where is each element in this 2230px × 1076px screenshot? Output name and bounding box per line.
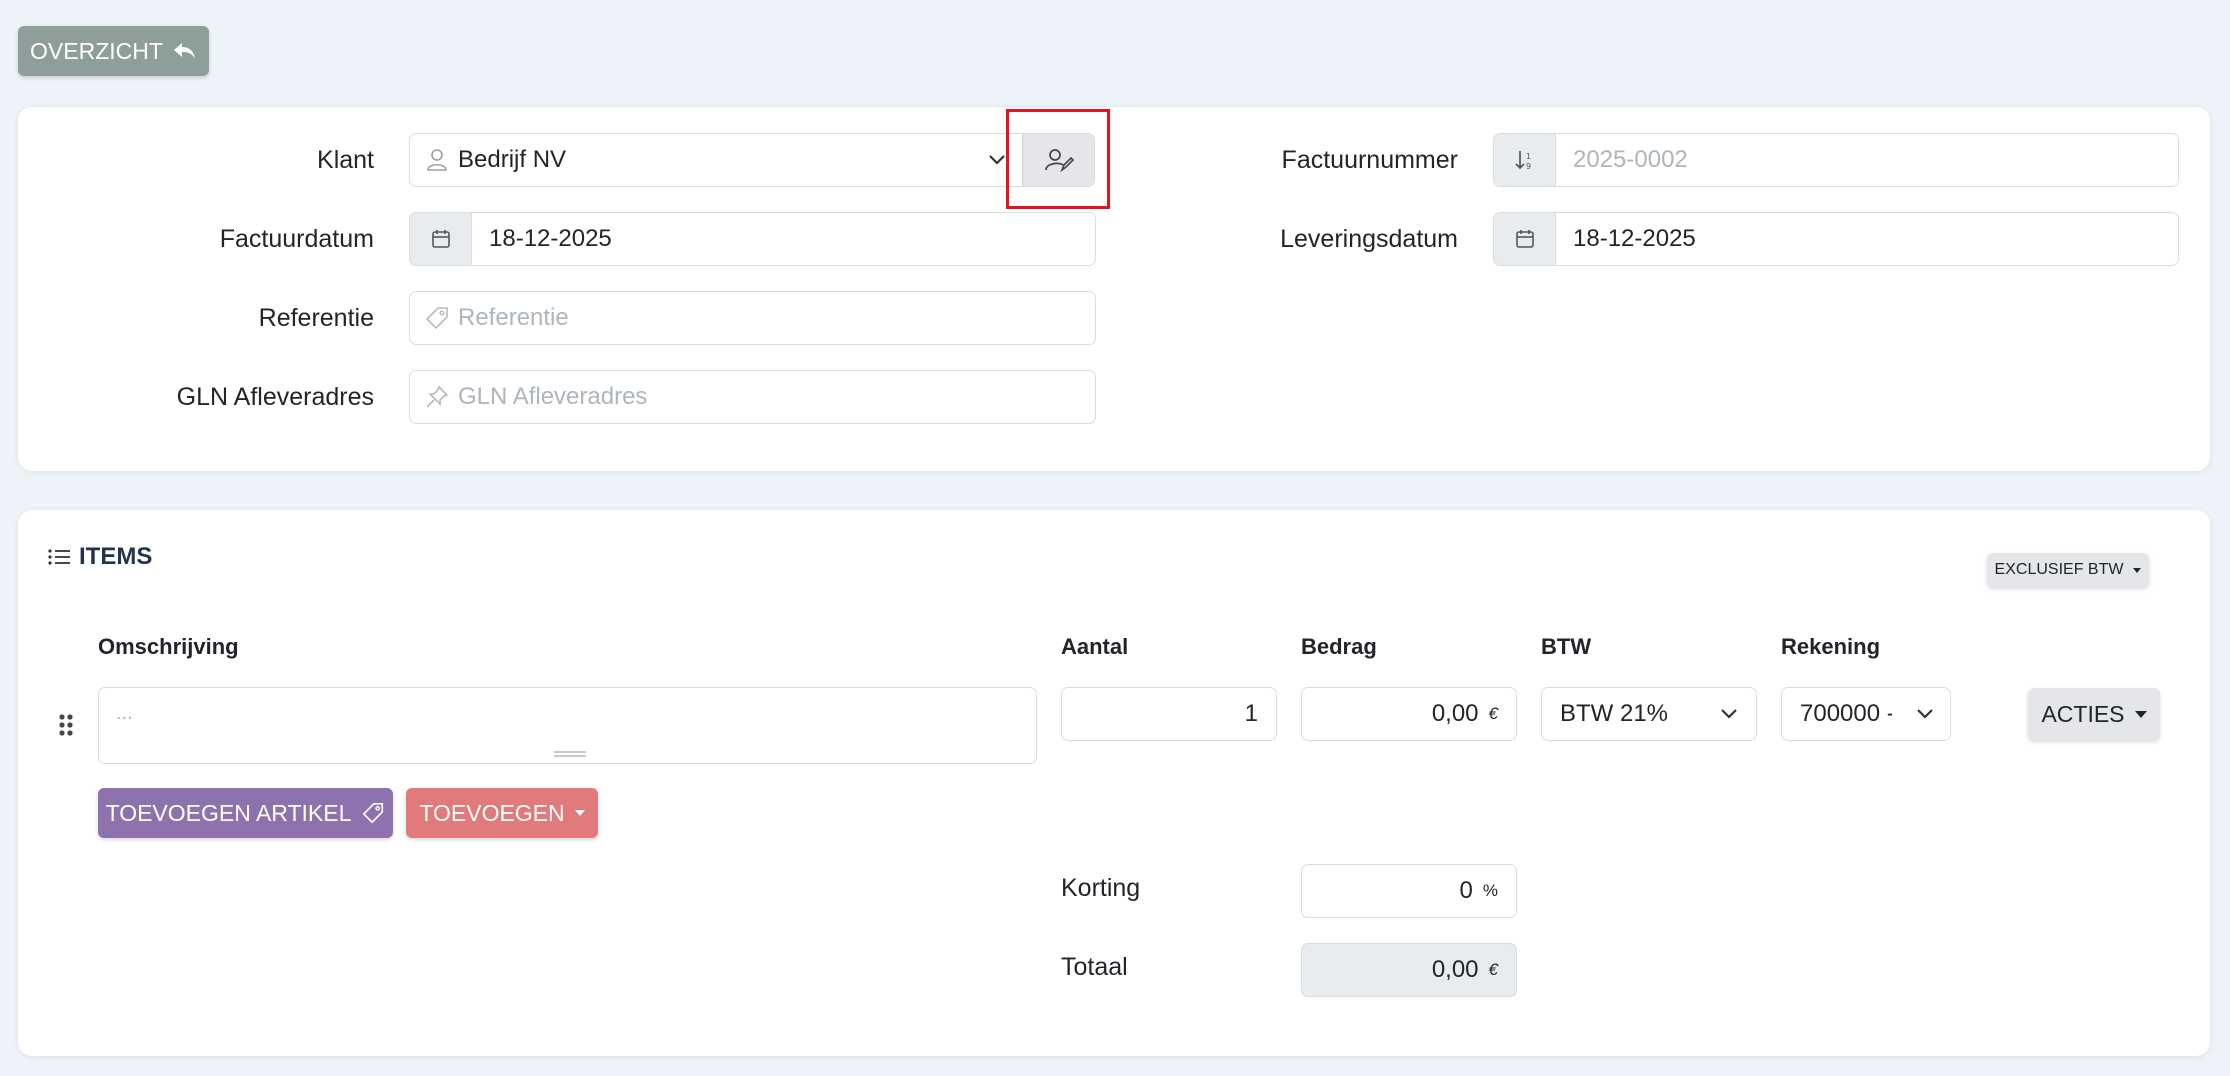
col-aantal: Aantal [1061,634,1129,659]
factuurnummer-placeholder: 2025-0002 [1573,146,1688,173]
overzicht-label: OVERZICHT [30,37,163,64]
vat-mode-label: EXCLUSIEF BTW [1994,561,2124,578]
col-rekening: Rekening [1781,634,1881,659]
svg-text:1: 1 [1526,152,1531,161]
add-article-button[interactable]: TOEVOEGEN ARTIKEL [98,788,393,838]
pin-icon [424,384,450,410]
acties-dropdown[interactable]: ACTIES [2028,688,2160,740]
reply-arrow-icon [173,41,197,61]
rekening-select[interactable]: 700000 - ' [1781,687,1951,741]
referentie-label: Referentie [258,303,374,332]
caret-down-icon [2133,567,2142,573]
caret-down-icon [574,810,585,816]
calendar-icon [1494,213,1556,265]
gln-label: GLN Afleveradres [176,382,374,411]
col-bedrag: Bedrag [1301,634,1377,659]
chevron-down-icon [1720,708,1738,720]
leveringsdatum-label: Leveringsdatum [1280,224,1458,253]
klant-value: Bedrijf NV [458,146,567,173]
bedrag-input[interactable]: 0,00 € [1301,687,1517,741]
tag-icon [424,305,450,331]
col-omschrijving: Omschrijving [98,634,239,659]
aantal-value: 1 [1244,700,1258,727]
factuurnummer-input[interactable]: 19 2025-0002 [1493,133,2179,187]
add-article-label: TOEVOEGEN ARTIKEL [105,799,352,826]
totaal-field: 0,00 € [1301,943,1517,997]
user-icon [426,148,448,172]
aantal-input[interactable]: 1 [1061,687,1277,741]
korting-label: Korting [1061,874,1141,902]
chevron-down-icon [988,154,1006,166]
description-textarea[interactable]: ... [98,687,1037,764]
sort-numeric-icon: 19 [1494,134,1556,186]
gln-placeholder: GLN Afleveradres [458,383,648,410]
bedrag-unit: € [1488,704,1498,723]
calendar-icon [410,213,472,265]
leveringsdatum-value: 18-12-2025 [1573,225,1696,252]
gln-input[interactable]: GLN Afleveradres [409,370,1096,424]
btw-select[interactable]: BTW 21% [1541,687,1757,741]
highlight-box [1006,109,1110,209]
description-placeholder: ... [116,702,133,724]
caret-down-icon [2134,710,2147,718]
drag-handle-icon[interactable] [58,713,74,742]
totaal-value: 0,00 [1431,956,1479,983]
leveringsdatum-input[interactable]: 18-12-2025 [1493,212,2179,266]
chevron-down-icon [1916,708,1934,720]
factuurdatum-input[interactable]: 18-12-2025 [409,212,1096,266]
rekening-value: 700000 - ' [1800,700,1892,727]
totaal-unit: € [1488,960,1498,979]
totaal-label: Totaal [1061,953,1128,981]
korting-unit: % [1482,881,1498,900]
items-header: ITEMS [47,543,152,571]
overzicht-button[interactable]: OVERZICHT [18,26,209,76]
factuurnummer-label: Factuurnummer [1281,145,1458,174]
bedrag-value: 0,00 [1431,700,1479,727]
list-icon [47,547,71,567]
klant-select[interactable]: Bedrijf NV [409,133,1023,187]
klant-label: Klant [317,145,374,174]
add-label: TOEVOEGEN [419,799,565,826]
korting-value: 0 [1459,877,1473,904]
factuurdatum-value: 18-12-2025 [489,225,612,252]
referentie-placeholder: Referentie [458,304,569,331]
col-btw: BTW [1541,634,1592,659]
btw-value: BTW 21% [1560,700,1669,727]
korting-input[interactable]: 0 % [1301,864,1517,918]
factuurdatum-label: Factuurdatum [219,224,374,253]
items-title: ITEMS [79,543,153,570]
acties-label: ACTIES [2041,700,2125,727]
tag-icon [361,801,385,825]
vat-mode-dropdown[interactable]: EXCLUSIEF BTW [1987,553,2149,587]
resize-grip-icon[interactable] [554,751,586,757]
svg-text:9: 9 [1526,162,1531,171]
referentie-input[interactable]: Referentie [409,291,1096,345]
add-dropdown-button[interactable]: TOEVOEGEN [406,788,598,838]
